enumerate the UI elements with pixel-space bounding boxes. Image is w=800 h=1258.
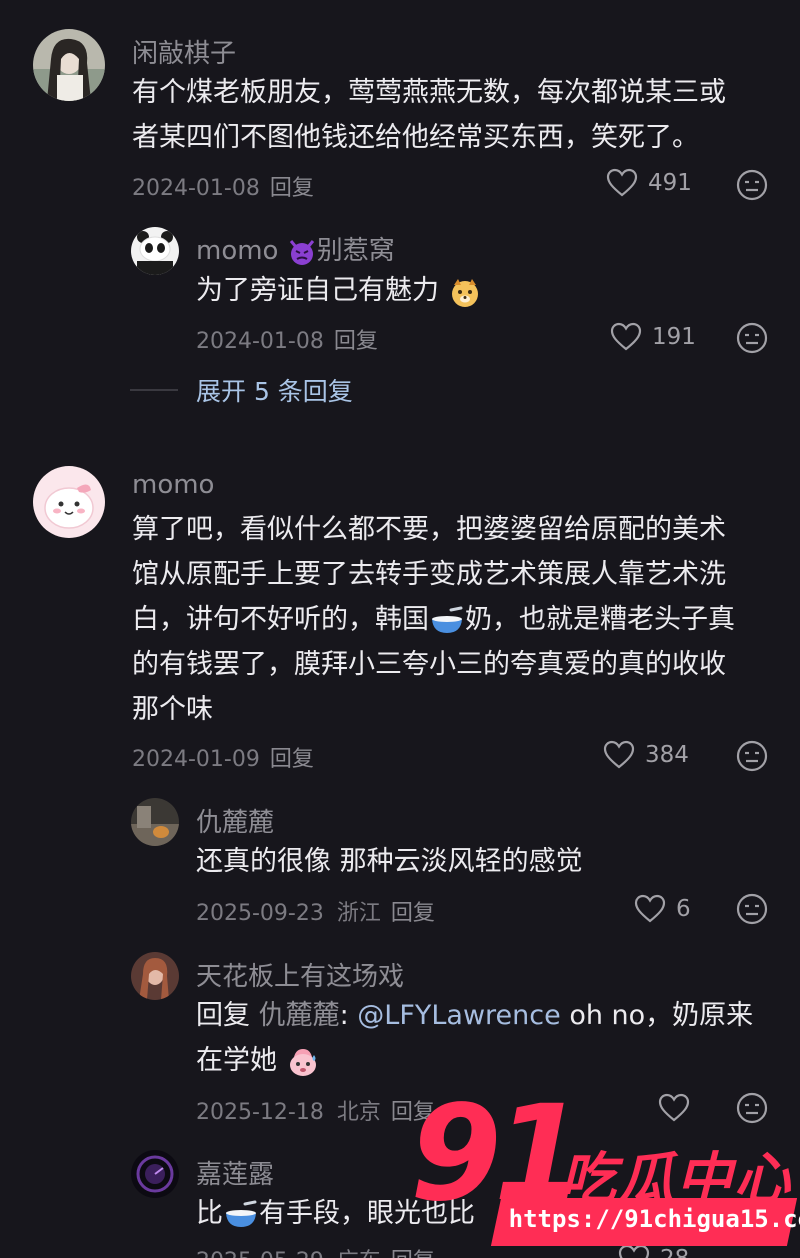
avatar-image [131,1150,179,1198]
reply-username[interactable]: momo 别惹窝 [196,230,395,267]
watermark-url: https://91chigua15.com [508,1205,800,1233]
bowl-emoji [432,606,463,633]
comment-text-line: 馆从原配手上要了去转手变成艺术策展人靠艺术洗 [132,559,726,590]
comment-text: 有个煤老板朋友，莺莺燕燕无数，每次都说某三或 者某四们不图他钱还给他经常买东西，… [132,70,772,160]
avatar[interactable] [131,798,179,846]
reply-username[interactable]: 嘉莲露 [196,1154,274,1191]
like-button[interactable]: 6 [634,894,691,924]
reply-button[interactable]: 回复 [391,901,435,926]
avatar-image [131,798,179,846]
divider [130,389,178,391]
comment-username[interactable]: momo [132,470,214,500]
like-button[interactable]: 384 [603,740,689,770]
reply-meta: 2024-01-08 回复 [196,323,378,355]
comment-text-segment: 奶，也就是糟老头子真 [465,604,735,635]
reply-username-text: momo [196,236,279,266]
like-count: 6 [676,896,691,922]
bowl-emoji [226,1200,257,1227]
avatar[interactable] [131,952,179,1000]
reply-username[interactable]: 天花板上有这场戏 [196,956,404,993]
reply-text-line: 回复 仇麓麓: @LFYLawrence oh no，奶原来 [196,993,776,1038]
avatar-image [131,952,179,1000]
comment-text-line: 者某四们不图他钱还给他经常买东西，笑死了。 [132,122,699,153]
reply-username-text: 别惹窝 [316,236,395,266]
expand-replies-button[interactable]: 展开 5 条回复 [130,372,353,408]
comment-text-line: 白，讲句不好听的，韩国 奶，也就是糟老头子真 [132,597,772,642]
reply-prefix: 回复 [196,1000,250,1031]
heart-icon [634,894,666,923]
reply-button[interactable]: 回复 [270,176,314,201]
sweat-emoji [289,1048,316,1076]
reply-username[interactable]: 仇麓麓 [196,802,274,839]
comment-meta: 2024-01-09 回复 [132,741,314,773]
comment-text: 算了吧，看似什么都不要，把婆婆留给原配的美术 馆从原配手上要了去转手变成艺术策展… [132,507,772,732]
heart-icon [603,740,635,769]
reply-meta: 2025-12-18 北京 回复 [196,1094,435,1126]
meh-face-icon[interactable] [736,740,768,772]
reply-text-segment: 在学她 [196,1045,277,1076]
like-button[interactable]: 191 [610,322,696,352]
comment-meta: 2024-01-08 回复 [132,170,314,202]
reply-text-segment: oh no，奶原来 [560,1000,754,1031]
comment-date: 2024-01-09 [132,747,260,772]
meh-face-icon[interactable] [736,893,768,925]
expand-replies-label: 展开 5 条回复 [196,377,353,406]
avatar-image [33,29,105,101]
comment-text-segment: 白，讲句不好听的，韩国 [132,604,429,635]
avatar-image [131,227,179,275]
comment-text-line: 那个味 [132,694,213,725]
reply-button[interactable]: 回复 [270,747,314,772]
reply-date: 2024-01-08 [196,329,324,354]
dog-emoji [451,278,478,307]
avatar[interactable] [131,227,179,275]
comment-text-line: 算了吧，看似什么都不要，把婆婆留给原配的美术 [132,514,726,545]
reply-text-segment: 比 [196,1198,223,1229]
avatar-image [33,466,105,538]
reply-to-username[interactable]: 仇麓麓 [259,1000,340,1031]
reply-text: 为了旁证自己有魅力 [196,268,482,313]
reply-date: 2025-05-29 [196,1249,324,1258]
reply-text: 回复 仇麓麓: @LFYLawrence oh no，奶原来 在学她 [196,993,776,1083]
like-count: 191 [652,324,696,350]
reply-text-content: 为了旁证自己有魅力 [196,275,439,306]
comment-text-line: 的有钱罢了，膜拜小三夸小三的夸真爱的真的收收 [132,649,726,680]
meh-face-icon[interactable] [736,169,768,201]
heart-icon [606,168,638,197]
reply-date: 2025-09-23 [196,901,324,926]
like-count: 491 [648,170,692,196]
comment-username[interactable]: 闲敲棋子 [132,33,236,70]
reply-location: 浙江 [336,901,381,926]
watermark: 91 吃瓜中心 https://91chigua15.com [410,1088,800,1258]
reply-date: 2025-12-18 [196,1100,324,1125]
comment-text-line: 有个煤老板朋友，莺莺燕燕无数，每次都说某三或 [132,77,726,108]
avatar[interactable] [33,29,105,101]
devil-emoji [289,239,314,265]
reply-text: 还真的很像 那种云淡风轻的感觉 [196,846,583,877]
reply-colon: : [339,1000,349,1031]
reply-button[interactable]: 回复 [334,329,378,354]
heart-icon [610,322,642,351]
reply-location: 北京 [336,1100,381,1125]
watermark-url-banner: https://91chigua15.com [490,1198,800,1246]
avatar[interactable] [33,466,105,538]
like-button[interactable]: 491 [606,168,692,198]
like-count: 384 [645,742,689,768]
reply-location: 广东 [337,1249,381,1258]
meh-face-icon[interactable] [736,322,768,354]
comment-date: 2024-01-08 [132,176,260,201]
reply-meta: 2025-09-23 浙江 回复 [196,895,435,927]
avatar[interactable] [131,1150,179,1198]
mention-link[interactable]: @LFYLawrence [357,1000,560,1031]
reply-meta: 2025-05-29 广东回复 [196,1243,435,1258]
